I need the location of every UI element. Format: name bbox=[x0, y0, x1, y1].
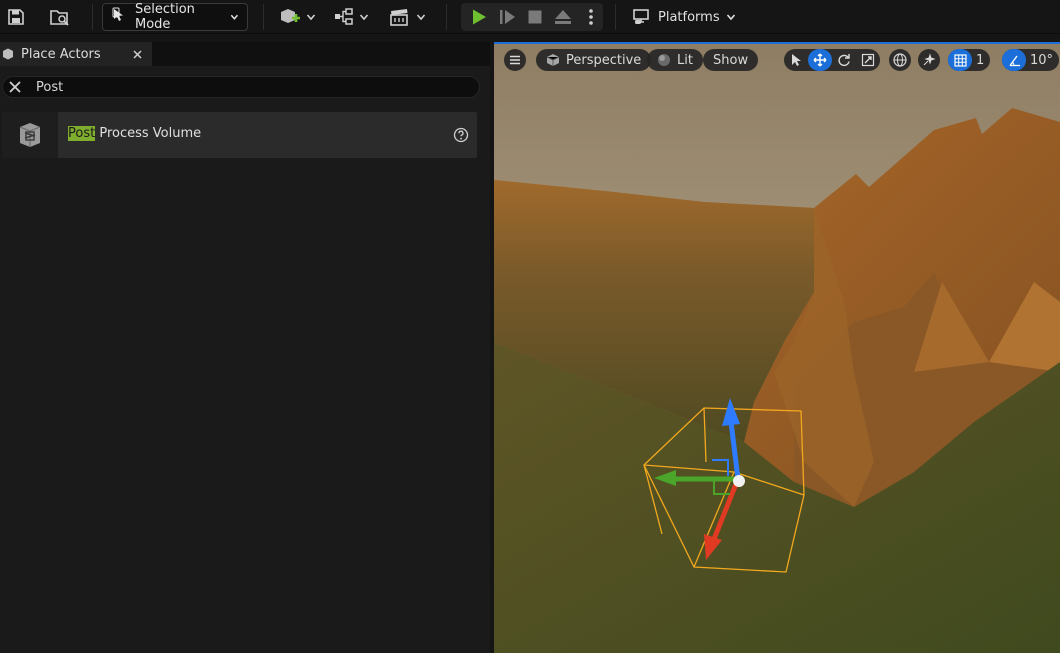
add-actor-icon bbox=[281, 9, 300, 23]
tab-place-actors[interactable]: Place Actors bbox=[0, 42, 152, 66]
panel-tab-bar: Place Actors bbox=[0, 42, 490, 66]
level-viewport[interactable]: Perspective Lit Show 1 10° bbox=[494, 42, 1060, 653]
perspective-label: Perspective bbox=[566, 52, 642, 68]
lit-button[interactable]: Lit bbox=[647, 49, 703, 71]
result-item-post-process-volume[interactable]: Post Process Volume bbox=[2, 112, 477, 158]
world-local-icon[interactable] bbox=[889, 49, 911, 71]
clear-search-icon[interactable] bbox=[8, 80, 22, 94]
main-toolbar: Selection Mode Platforms bbox=[0, 0, 1060, 34]
place-actors-icon bbox=[3, 48, 13, 60]
save-icon[interactable] bbox=[6, 7, 26, 27]
stop-icon[interactable] bbox=[523, 3, 547, 31]
transform-tools-group bbox=[784, 49, 880, 71]
chevron-down-icon bbox=[306, 14, 316, 21]
content-browser-icon[interactable] bbox=[49, 7, 71, 27]
play-icon[interactable] bbox=[467, 3, 491, 31]
cinematics-button[interactable] bbox=[388, 7, 426, 27]
perspective-cube-icon bbox=[546, 54, 560, 66]
rotate-tool-icon[interactable] bbox=[832, 49, 856, 71]
show-button[interactable]: Show bbox=[703, 49, 759, 71]
chevron-down-icon bbox=[359, 14, 369, 21]
toolbar-divider bbox=[263, 4, 264, 30]
eject-icon[interactable] bbox=[551, 3, 575, 31]
post-process-volume-icon bbox=[2, 112, 58, 158]
add-actor-button[interactable] bbox=[278, 6, 316, 28]
cinematics-icon bbox=[390, 9, 408, 26]
close-icon[interactable] bbox=[130, 47, 144, 61]
angle-snap-group[interactable]: 10° bbox=[1002, 49, 1060, 71]
platforms-dropdown[interactable]: Platforms bbox=[632, 5, 736, 29]
chevron-down-icon bbox=[231, 14, 239, 20]
select-tool-icon[interactable] bbox=[784, 49, 808, 71]
tab-title: Place Actors bbox=[21, 46, 101, 62]
chevron-down-icon bbox=[726, 14, 735, 21]
selection-mode-icon bbox=[111, 7, 127, 27]
help-icon[interactable] bbox=[453, 127, 469, 143]
search-input[interactable] bbox=[36, 79, 436, 95]
search-highlight: Post bbox=[68, 126, 96, 141]
translate-tool-icon[interactable] bbox=[808, 49, 832, 71]
grid-snap-icon[interactable] bbox=[948, 49, 972, 71]
scale-tool-icon[interactable] bbox=[856, 49, 880, 71]
search-box bbox=[2, 76, 480, 98]
grid-snap-value: 1 bbox=[976, 52, 985, 68]
angle-snap-value: 10° bbox=[1030, 52, 1054, 68]
perspective-button[interactable]: Perspective bbox=[536, 49, 652, 71]
lit-label: Lit bbox=[677, 52, 693, 68]
blueprint-button[interactable] bbox=[333, 7, 369, 27]
show-label: Show bbox=[713, 52, 749, 68]
result-label-rest: Process Volume bbox=[95, 126, 202, 141]
viewport-menu-icon[interactable] bbox=[504, 49, 526, 71]
surface-snap-icon[interactable] bbox=[918, 49, 940, 71]
platforms-label: Platforms bbox=[658, 9, 720, 25]
toolbar-divider bbox=[446, 4, 447, 30]
grid-snap-group[interactable]: 1 bbox=[948, 49, 991, 71]
play-controls bbox=[461, 3, 603, 31]
step-icon[interactable] bbox=[495, 3, 519, 31]
viewport-focus-accent bbox=[494, 42, 1060, 44]
lit-sphere-icon bbox=[658, 54, 670, 66]
platforms-icon bbox=[633, 9, 649, 24]
angle-snap-icon[interactable] bbox=[1002, 49, 1026, 71]
result-label: Post Process Volume bbox=[68, 126, 201, 141]
chevron-down-icon bbox=[416, 14, 426, 21]
selection-mode-label: Selection Mode bbox=[135, 2, 195, 32]
selection-mode-dropdown[interactable]: Selection Mode bbox=[102, 2, 248, 32]
terrain-scene bbox=[494, 42, 1060, 653]
toolbar-divider bbox=[92, 4, 93, 30]
place-actors-panel: Place Actors Post Process Volume bbox=[0, 42, 490, 653]
more-options-icon[interactable] bbox=[579, 3, 603, 31]
blueprint-icon bbox=[335, 8, 353, 25]
toolbar-divider bbox=[615, 4, 616, 30]
